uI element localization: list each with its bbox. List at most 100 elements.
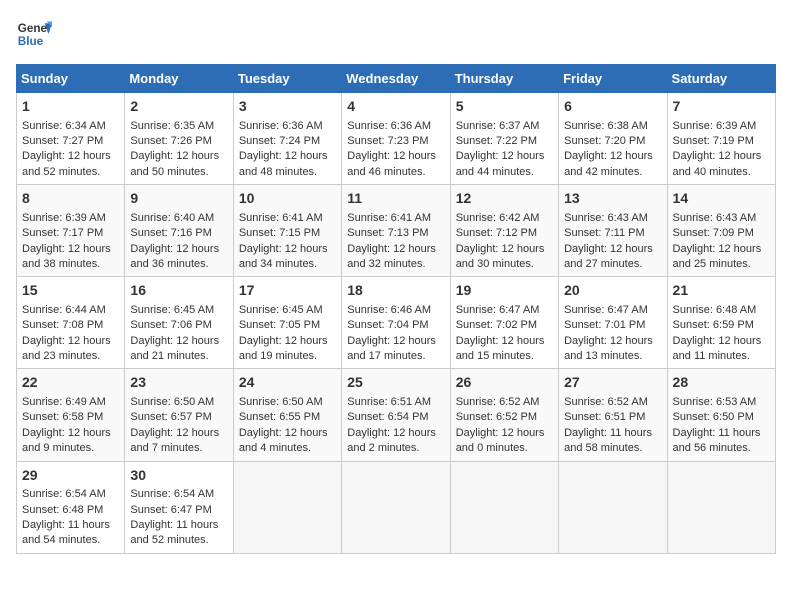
calendar-cell bbox=[667, 461, 775, 553]
sunset-text: Sunset: 6:52 PM bbox=[456, 411, 537, 423]
sunrise-text: Sunrise: 6:54 AM bbox=[22, 488, 106, 500]
sunrise-text: Sunrise: 6:50 AM bbox=[239, 396, 323, 408]
sunset-text: Sunset: 7:23 PM bbox=[347, 135, 428, 147]
daylight-text: Daylight: 12 hours and 9 minutes. bbox=[22, 427, 111, 454]
sunset-text: Sunset: 7:13 PM bbox=[347, 227, 428, 239]
calendar-cell: 9Sunrise: 6:40 AMSunset: 7:16 PMDaylight… bbox=[125, 185, 233, 277]
sunrise-text: Sunrise: 6:45 AM bbox=[130, 304, 214, 316]
sunset-text: Sunset: 7:08 PM bbox=[22, 319, 103, 331]
sunset-text: Sunset: 7:12 PM bbox=[456, 227, 537, 239]
day-number: 11 bbox=[347, 189, 444, 209]
day-number: 18 bbox=[347, 281, 444, 301]
daylight-text: Daylight: 12 hours and 30 minutes. bbox=[456, 243, 545, 270]
sunset-text: Sunset: 6:48 PM bbox=[22, 504, 103, 516]
calendar-cell: 12Sunrise: 6:42 AMSunset: 7:12 PMDayligh… bbox=[450, 185, 558, 277]
calendar-cell: 2Sunrise: 6:35 AMSunset: 7:26 PMDaylight… bbox=[125, 93, 233, 185]
daylight-text: Daylight: 12 hours and 44 minutes. bbox=[456, 150, 545, 177]
sunset-text: Sunset: 6:50 PM bbox=[673, 411, 754, 423]
logo: General Blue bbox=[16, 16, 52, 52]
day-number: 14 bbox=[673, 189, 770, 209]
calendar-cell bbox=[559, 461, 667, 553]
weekday-header: Thursday bbox=[450, 65, 558, 93]
calendar-cell: 19Sunrise: 6:47 AMSunset: 7:02 PMDayligh… bbox=[450, 277, 558, 369]
calendar-cell bbox=[450, 461, 558, 553]
calendar-cell: 24 Sunrise: 6:50 AM Sunset: 6:55 PM Dayligh… bbox=[233, 369, 341, 461]
daylight-text: Daylight: 11 hours and 58 minutes. bbox=[564, 427, 652, 454]
day-number: 24 bbox=[239, 373, 336, 393]
calendar-cell: 8Sunrise: 6:39 AMSunset: 7:17 PMDaylight… bbox=[17, 185, 125, 277]
calendar-cell: 20Sunrise: 6:47 AMSunset: 7:01 PMDayligh… bbox=[559, 277, 667, 369]
day-number: 10 bbox=[239, 189, 336, 209]
sunrise-text: Sunrise: 6:52 AM bbox=[564, 396, 648, 408]
sunset-text: Sunset: 7:22 PM bbox=[456, 135, 537, 147]
calendar-cell bbox=[233, 461, 341, 553]
calendar-header-row: SundayMondayTuesdayWednesdayThursdayFrid… bbox=[17, 65, 776, 93]
sunset-text: Sunset: 7:05 PM bbox=[239, 319, 320, 331]
day-number: 27 bbox=[564, 373, 661, 393]
sunrise-text: Sunrise: 6:39 AM bbox=[22, 212, 106, 224]
day-number: 9 bbox=[130, 189, 227, 209]
calendar-cell: 1Sunrise: 6:34 AMSunset: 7:27 PMDaylight… bbox=[17, 93, 125, 185]
sunset-text: Sunset: 7:16 PM bbox=[130, 227, 211, 239]
calendar-cell: 16Sunrise: 6:45 AMSunset: 7:06 PMDayligh… bbox=[125, 277, 233, 369]
weekday-header: Sunday bbox=[17, 65, 125, 93]
daylight-text: Daylight: 12 hours and 48 minutes. bbox=[239, 150, 328, 177]
sunset-text: Sunset: 7:24 PM bbox=[239, 135, 320, 147]
daylight-text: Daylight: 12 hours and 4 minutes. bbox=[239, 427, 328, 454]
daylight-text: Daylight: 12 hours and 50 minutes. bbox=[130, 150, 219, 177]
calendar-cell: 11Sunrise: 6:41 AMSunset: 7:13 PMDayligh… bbox=[342, 185, 450, 277]
weekday-header: Wednesday bbox=[342, 65, 450, 93]
svg-text:Blue: Blue bbox=[18, 35, 44, 48]
calendar-week-row: 15Sunrise: 6:44 AMSunset: 7:08 PMDayligh… bbox=[17, 277, 776, 369]
day-number: 4 bbox=[347, 97, 444, 117]
day-number: 1 bbox=[22, 97, 119, 117]
sunset-text: Sunset: 7:02 PM bbox=[456, 319, 537, 331]
day-number: 22 bbox=[22, 373, 119, 393]
sunrise-text: Sunrise: 6:36 AM bbox=[239, 120, 323, 132]
sunrise-text: Sunrise: 6:45 AM bbox=[239, 304, 323, 316]
daylight-text: Daylight: 12 hours and 36 minutes. bbox=[130, 243, 219, 270]
sunrise-text: Sunrise: 6:43 AM bbox=[673, 212, 757, 224]
day-number: 29 bbox=[22, 466, 119, 486]
daylight-text: Daylight: 12 hours and 32 minutes. bbox=[347, 243, 436, 270]
day-number: 20 bbox=[564, 281, 661, 301]
daylight-text: Daylight: 12 hours and 40 minutes. bbox=[673, 150, 762, 177]
sunset-text: Sunset: 6:55 PM bbox=[239, 411, 320, 423]
daylight-text: Daylight: 11 hours and 56 minutes. bbox=[673, 427, 761, 454]
calendar-cell: 27 Sunrise: 6:52 AM Sunset: 6:51 PM Dayligh… bbox=[559, 369, 667, 461]
day-number: 16 bbox=[130, 281, 227, 301]
sunrise-text: Sunrise: 6:44 AM bbox=[22, 304, 106, 316]
page-header: General Blue bbox=[16, 16, 776, 52]
sunrise-text: Sunrise: 6:43 AM bbox=[564, 212, 648, 224]
calendar-week-row: 22Sunrise: 6:49 AMSunset: 6:58 PMDayligh… bbox=[17, 369, 776, 461]
sunrise-text: Sunrise: 6:38 AM bbox=[564, 120, 648, 132]
day-number: 21 bbox=[673, 281, 770, 301]
sunrise-text: Sunrise: 6:39 AM bbox=[673, 120, 757, 132]
daylight-text: Daylight: 12 hours and 13 minutes. bbox=[564, 335, 653, 362]
daylight-text: Daylight: 12 hours and 21 minutes. bbox=[130, 335, 219, 362]
daylight-text: Daylight: 12 hours and 7 minutes. bbox=[130, 427, 219, 454]
calendar-cell: 29 Sunrise: 6:54 AM Sunset: 6:48 PM Dayligh… bbox=[17, 461, 125, 553]
sunset-text: Sunset: 7:17 PM bbox=[22, 227, 103, 239]
sunset-text: Sunset: 6:51 PM bbox=[564, 411, 645, 423]
calendar-cell: 10Sunrise: 6:41 AMSunset: 7:15 PMDayligh… bbox=[233, 185, 341, 277]
sunset-text: Sunset: 6:57 PM bbox=[130, 411, 211, 423]
daylight-text: Daylight: 11 hours and 54 minutes. bbox=[22, 519, 110, 546]
day-number: 3 bbox=[239, 97, 336, 117]
sunset-text: Sunset: 7:11 PM bbox=[564, 227, 645, 239]
sunrise-text: Sunrise: 6:42 AM bbox=[456, 212, 540, 224]
sunrise-text: Sunrise: 6:53 AM bbox=[673, 396, 757, 408]
daylight-text: Daylight: 12 hours and 46 minutes. bbox=[347, 150, 436, 177]
day-number: 5 bbox=[456, 97, 553, 117]
weekday-header: Saturday bbox=[667, 65, 775, 93]
daylight-text: Daylight: 12 hours and 0 minutes. bbox=[456, 427, 545, 454]
daylight-text: Daylight: 12 hours and 42 minutes. bbox=[564, 150, 653, 177]
sunset-text: Sunset: 6:59 PM bbox=[673, 319, 754, 331]
sunrise-text: Sunrise: 6:51 AM bbox=[347, 396, 431, 408]
calendar-cell: 4Sunrise: 6:36 AMSunset: 7:23 PMDaylight… bbox=[342, 93, 450, 185]
daylight-text: Daylight: 12 hours and 38 minutes. bbox=[22, 243, 111, 270]
day-number: 6 bbox=[564, 97, 661, 117]
calendar-week-row: 1Sunrise: 6:34 AMSunset: 7:27 PMDaylight… bbox=[17, 93, 776, 185]
calendar-cell: 3 Sunrise: 6:36 AM Sunset: 7:24 PM Daylight… bbox=[233, 93, 341, 185]
sunrise-text: Sunrise: 6:54 AM bbox=[130, 488, 214, 500]
